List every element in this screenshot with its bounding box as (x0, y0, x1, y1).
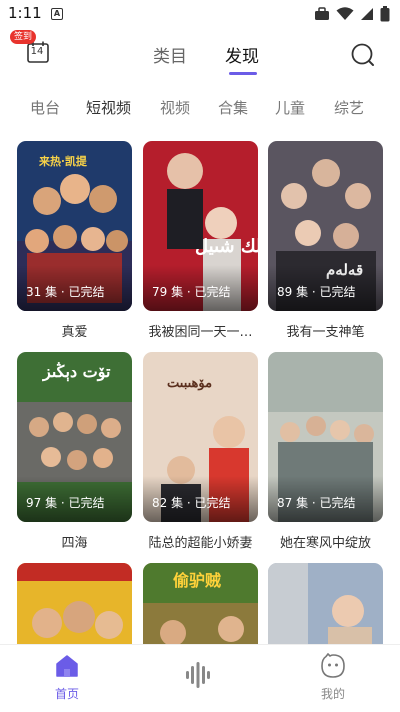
drama-card[interactable]: تۆت دېڭىز 97 集 · 已完结 四海 (17, 352, 132, 551)
status-bar: 1:11 A (0, 0, 400, 28)
battery-icon (380, 6, 390, 22)
episode-count: 82 集 · 已完结 (152, 496, 231, 510)
tab-category[interactable]: 类目 (153, 42, 187, 67)
drama-title: 她在寒风中绽放 (279, 536, 371, 551)
status-icons (314, 6, 390, 22)
drama-card[interactable]: 来热·凯提 31 集 · 已完结 真爱 (17, 141, 132, 340)
drama-title: 我有一支神笔 (286, 325, 365, 340)
poster-title-text: تۆت دېڭىز (43, 362, 111, 381)
poster-title-text: 偷驴贼 (173, 571, 222, 590)
active-tab-indicator (229, 72, 257, 75)
chip-variety[interactable]: 综艺 (334, 97, 364, 118)
nav-profile[interactable]: 我的 (293, 652, 373, 702)
waveform-icon (186, 662, 210, 688)
tab-discover[interactable]: 发现 (225, 42, 259, 67)
chip-video[interactable]: 视频 (160, 97, 190, 118)
top-tabs: 类目 发现 (0, 42, 400, 75)
drama-card[interactable]: ملك شىيل 79 集 · 已完结 我被困同一天一… (143, 141, 258, 340)
search-icon (351, 43, 374, 66)
drama-card[interactable]: قەلەم 89 集 · 已完结 我有一支神笔 (268, 141, 383, 340)
drama-card[interactable]: مۆھىبىت 82 集 · 已完结 陆总的超能小娇妻 (143, 352, 258, 551)
drama-card[interactable]: 87 集 · 已完结 她在寒风中绽放 (268, 352, 383, 551)
nav-home-label: 首页 (54, 687, 79, 701)
nav-audio[interactable] (158, 661, 238, 693)
bottom-nav: 首页 我的 (0, 644, 400, 712)
episode-count: 97 集 · 已完结 (26, 496, 105, 510)
poster-title-text: ملك شىيل (195, 236, 258, 257)
episode-count: 89 集 · 已完结 (277, 285, 356, 299)
drama-poster: تۆت دېڭىز 97 集 · 已完结 (17, 352, 132, 522)
chip-short-video[interactable]: 短视频 (86, 97, 131, 118)
category-bar: 电台 短视频 视频 合集 儿童 综艺 (0, 97, 400, 121)
drama-poster: قەلەم 89 集 · 已完结 (268, 141, 383, 311)
drama-title: 陆总的超能小娇妻 (148, 536, 253, 551)
episode-count: 87 集 · 已完结 (277, 496, 356, 510)
poster-title-text: مۆھىبىت (167, 376, 213, 391)
episode-count: 79 集 · 已完结 (152, 285, 231, 299)
nav-home[interactable]: 首页 (27, 653, 107, 702)
poster-title-text: 来热·凯提 (39, 155, 87, 168)
notification-a-icon: A (51, 8, 63, 20)
checkin-badge: 签到 (10, 30, 37, 44)
drama-poster: مۆھىبىت 82 集 · 已完结 (143, 352, 258, 522)
chip-radio[interactable]: 电台 (30, 97, 60, 118)
drama-title: 四海 (61, 536, 88, 551)
briefcase-icon (315, 7, 329, 20)
profile-icon (321, 652, 345, 678)
drama-title: 我被困同一天一… (148, 325, 253, 340)
home-icon (56, 655, 78, 677)
wifi-icon (336, 7, 354, 20)
drama-poster: 87 集 · 已完结 (268, 352, 383, 522)
drama-poster: ملك شىيل 79 集 · 已完结 (143, 141, 258, 311)
status-time: 1:11 (8, 4, 42, 22)
chip-collection[interactable]: 合集 (218, 97, 248, 118)
chip-kids[interactable]: 儿童 (275, 97, 305, 118)
episode-count: 31 集 · 已完结 (26, 285, 105, 299)
search-button[interactable] (350, 42, 376, 72)
drama-title: 真爱 (61, 325, 88, 340)
nav-profile-label: 我的 (320, 687, 345, 701)
signal-icon (361, 8, 373, 20)
drama-poster: 来热·凯提 31 集 · 已完结 (17, 141, 132, 311)
